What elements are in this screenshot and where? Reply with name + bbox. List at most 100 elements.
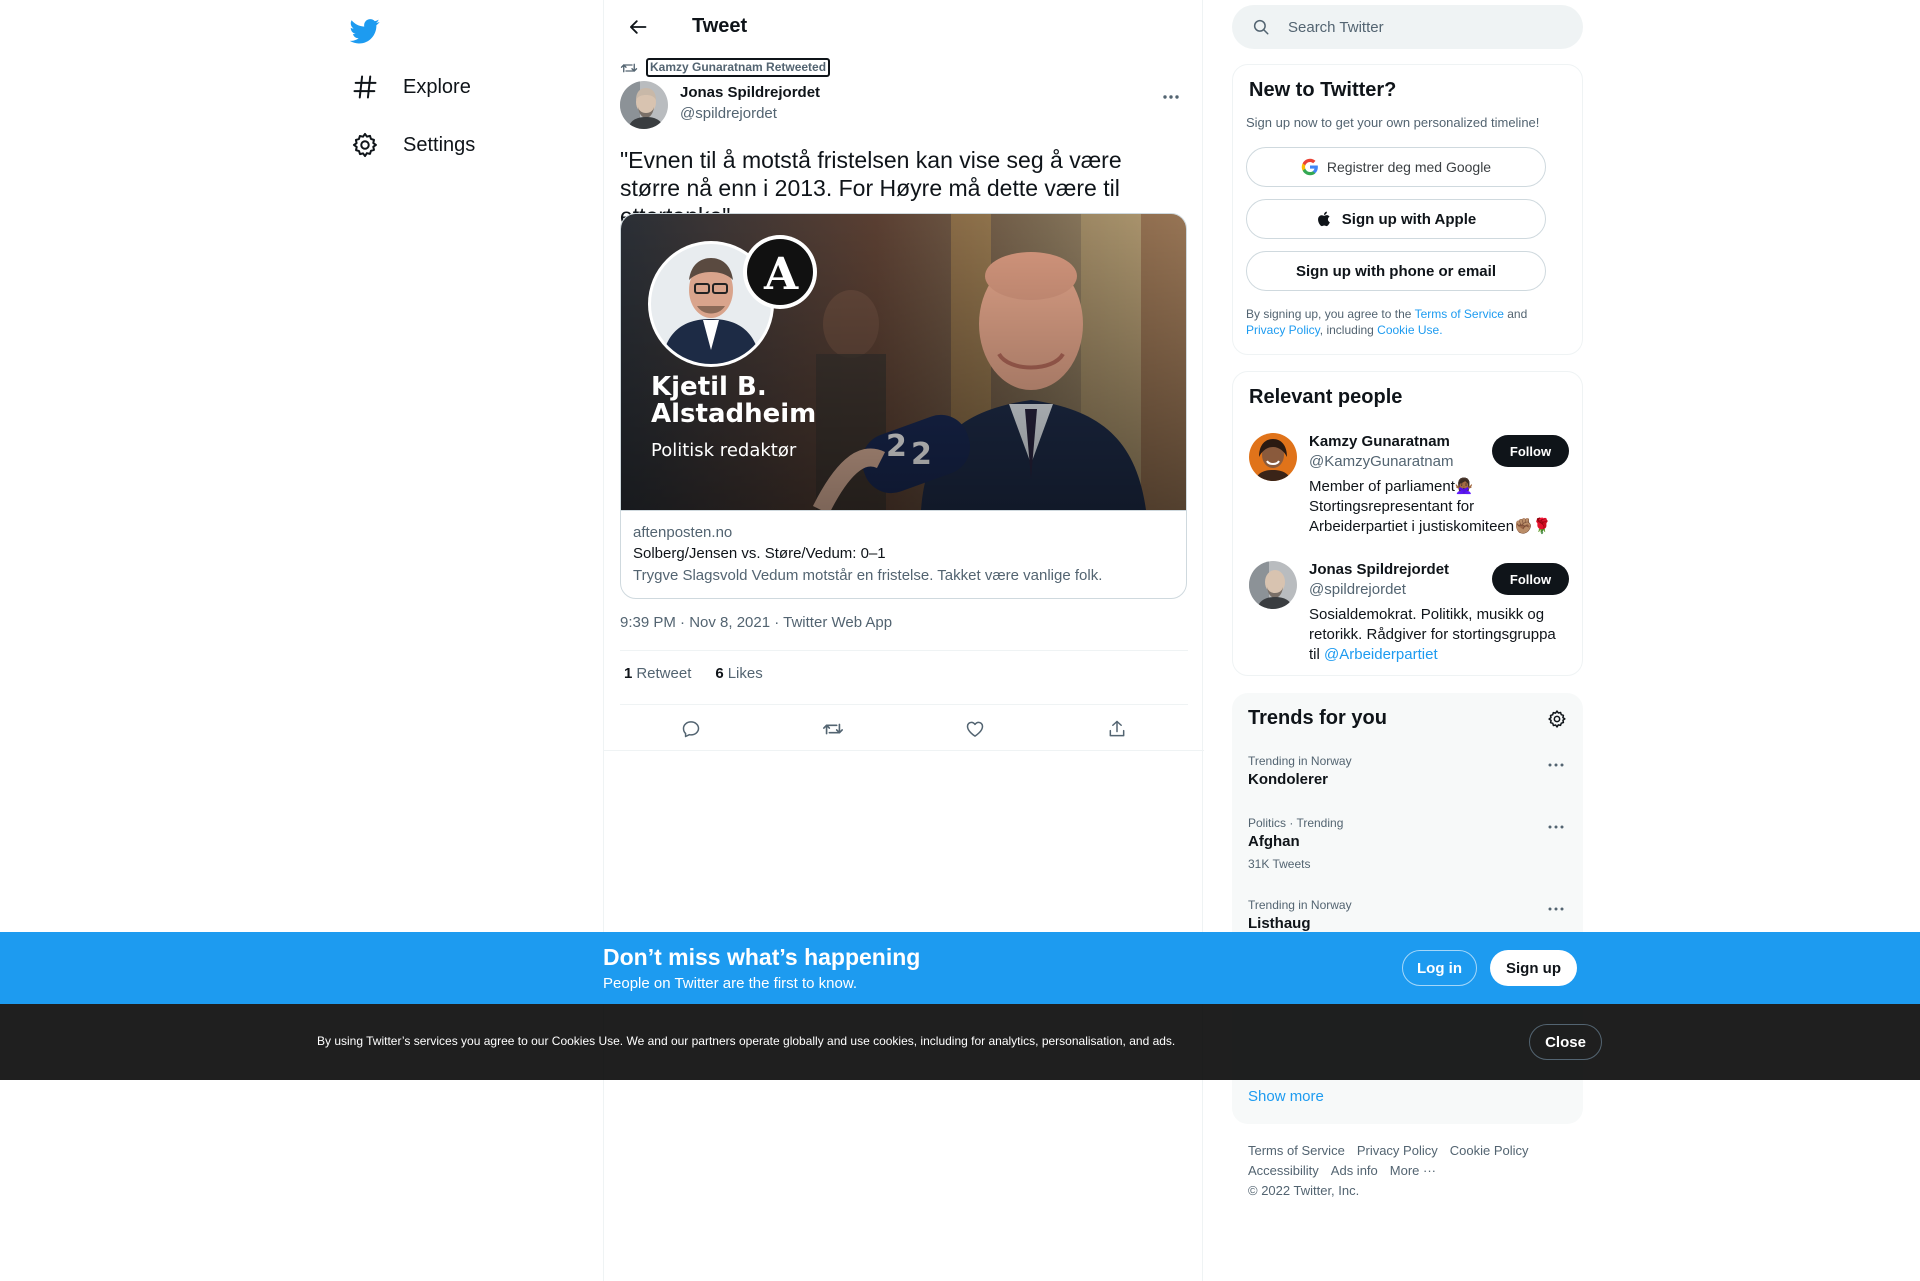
author-handle[interactable]: @spildrejordet (680, 105, 777, 122)
link-card[interactable]: 2 2 A (620, 213, 1187, 599)
signup-subtitle: Sign up now to get your own personalized… (1246, 115, 1540, 130)
trend-context: Trending in Norway (1248, 754, 1352, 768)
apple-icon (1316, 210, 1334, 228)
tweet-more-button[interactable] (1154, 85, 1188, 109)
trend-item[interactable]: Politics · Trending Afghan 31K Tweets (1248, 815, 1568, 873)
trend-tweet-count: 31K Tweets (1248, 857, 1311, 871)
avatar[interactable] (1249, 561, 1297, 609)
svg-text:A: A (763, 249, 799, 300)
relevant-people-panel: Relevant people Kamzy Gunaratnam @KamzyG… (1232, 371, 1583, 676)
twitter-bird-icon[interactable] (345, 11, 385, 51)
search-input[interactable] (1288, 18, 1548, 36)
signup-legal-text: By signing up, you agree to the Terms of… (1246, 306, 1566, 338)
person-bio: Member of parliament🙅🏾‍♀️ Stortingsrepre… (1309, 478, 1552, 535)
footer-links: Terms of Service Privacy Policy Cookie Pol… (1248, 1141, 1578, 1201)
footer-link[interactable]: Accessibility (1248, 1161, 1319, 1181)
more-dots-icon (1162, 94, 1180, 100)
legal-prefix: By signing up, you agree to the (1246, 307, 1415, 321)
footer-link[interactable]: Cookie Policy (1450, 1141, 1529, 1161)
share-icon (1107, 719, 1127, 739)
retweets-label: Retweet (636, 665, 692, 682)
trend-context: Politics · Trending (1248, 816, 1344, 830)
card-overlay-name-line1: Kjetil B. (651, 372, 767, 402)
likes-count: 6 (715, 665, 724, 682)
google-signup-button[interactable]: Registrer deg med Google (1246, 147, 1546, 187)
person-card[interactable]: Kamzy Gunaratnam @KamzyGunaratnam Member… (1249, 433, 1569, 543)
trends-settings-button[interactable] (1545, 707, 1569, 731)
trend-item[interactable]: Trending in Norway Kondolerer (1248, 753, 1568, 791)
person-card[interactable]: Jonas Spildrejordet @spildrejordet Sosia… (1249, 561, 1569, 671)
share-button[interactable] (1100, 712, 1134, 746)
tweet-actions (620, 708, 1188, 750)
signup-panel-title: New to Twitter? (1249, 79, 1397, 101)
person-handle[interactable]: @spildrejordet (1309, 581, 1406, 598)
apple-signup-button[interactable]: Sign up with Apple (1246, 199, 1546, 239)
divider (620, 704, 1188, 705)
person-handle[interactable]: @KamzyGunaratnam (1309, 453, 1453, 470)
show-more-link[interactable]: Show more (1248, 1088, 1324, 1105)
footer-link[interactable]: Ads info (1331, 1161, 1378, 1181)
more-dots-icon (1548, 907, 1564, 911)
page-title: Tweet (692, 15, 748, 37)
search-box[interactable] (1232, 5, 1583, 49)
trend-item[interactable]: Trending in Norway Listhaug (1248, 897, 1568, 935)
cookie-text: By using Twitter’s services you agree to… (317, 1034, 1176, 1048)
card-image: 2 2 A (621, 214, 1186, 510)
copyright: © 2022 Twitter, Inc. (1248, 1183, 1360, 1198)
retweet-icon (822, 718, 844, 740)
person-name[interactable]: Kamzy Gunaratnam (1309, 433, 1450, 450)
footer-link[interactable]: Privacy Policy (1357, 1141, 1438, 1161)
retweeter-link[interactable]: Kamzy Gunaratnam Retweeted (646, 58, 831, 77)
card-description: Trygve Slagsvold Vedum motstår en friste… (633, 567, 1103, 584)
footer-link[interactable]: More ··· (1390, 1161, 1436, 1181)
privacy-link[interactable]: Privacy Policy (1246, 323, 1320, 337)
phone-email-signup-button[interactable]: Sign up with phone or email (1246, 251, 1546, 291)
phone-signup-label: Sign up with phone or email (1295, 262, 1496, 280)
banner-title: Don’t miss what’s happening (603, 944, 921, 970)
retweet-button[interactable] (816, 712, 850, 746)
nav-item-label: Settings (403, 133, 476, 156)
footer-link[interactable]: Terms of Service (1248, 1141, 1345, 1161)
retweets-stat[interactable]: 1 Retweet (620, 665, 691, 682)
follow-button[interactable]: Follow (1492, 435, 1569, 467)
legal-including: , including (1319, 323, 1378, 337)
nav-item-explore[interactable]: Explore (345, 62, 483, 112)
more-dots-icon (1548, 825, 1564, 829)
reply-icon (681, 719, 701, 739)
card-overlay-name-line2: Alstadheim (651, 399, 816, 429)
relevant-people-title: Relevant people (1249, 386, 1403, 408)
reply-button[interactable] (674, 712, 708, 746)
signup-button[interactable]: Sign up (1490, 950, 1577, 986)
signup-banner: Don’t miss what’s happening People on Tw… (0, 932, 1920, 1004)
like-button[interactable] (958, 712, 992, 746)
avatar[interactable] (620, 81, 668, 129)
apple-signup-label: Sign up with Apple (1341, 210, 1477, 228)
cookie-close-button[interactable]: Close (1529, 1024, 1602, 1060)
avatar[interactable] (1249, 433, 1297, 481)
person-name[interactable]: Jonas Spildrejordet (1309, 561, 1449, 578)
cookie-use-link[interactable]: Cookie Use. (1377, 323, 1442, 337)
trend-name: Afghan (1248, 833, 1300, 850)
nav-item-settings[interactable]: Settings (345, 120, 487, 170)
follow-button[interactable]: Follow (1492, 563, 1569, 595)
back-button[interactable] (620, 9, 656, 45)
tweet-stats: 1 Retweet 6 Likes (620, 665, 783, 682)
mention-link[interactable]: @Arbeiderpartiet (1324, 646, 1438, 663)
retweets-count: 1 (624, 665, 633, 682)
likes-stat[interactable]: 6 Likes (711, 665, 762, 682)
login-button[interactable]: Log in (1402, 950, 1477, 986)
google-signup-label: Registrer deg med Google (1326, 159, 1492, 175)
tweet-timestamp[interactable]: 9:39 PM · Nov 8, 2021 · Twitter Web App (620, 614, 892, 631)
trend-more-button[interactable] (1544, 897, 1568, 921)
cookie-banner: By using Twitter’s services you agree to… (0, 1004, 1920, 1080)
legal-and: and (1503, 307, 1528, 321)
trends-title: Trends for you (1248, 707, 1387, 729)
more-dots-icon (1548, 763, 1564, 767)
tweet-column: Tweet Kamzy Gunaratnam Retweeted Jonas S… (603, 0, 1204, 1281)
author-name[interactable]: Jonas Spildrejordet (680, 84, 820, 101)
trend-more-button[interactable] (1544, 753, 1568, 777)
trend-more-button[interactable] (1544, 815, 1568, 839)
terms-link[interactable]: Terms of Service (1415, 307, 1504, 321)
card-body: aftenposten.no Solberg/Jensen vs. Støre/… (621, 510, 1186, 598)
arrow-left-icon (628, 17, 648, 37)
